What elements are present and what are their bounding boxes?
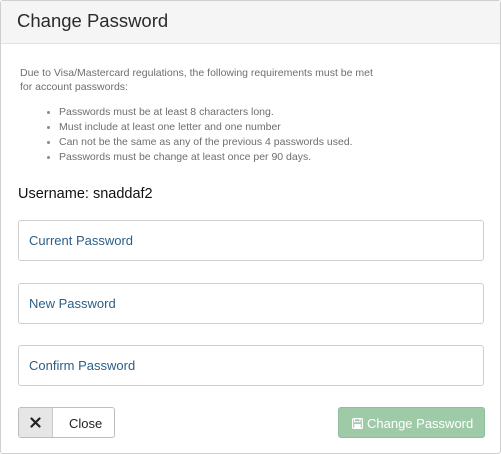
requirements-list: Passwords must be at least 8 characters … xyxy=(41,105,353,165)
username-label: Username: xyxy=(18,186,89,202)
dialog-header: Change Password xyxy=(1,1,500,44)
close-button-label: Close xyxy=(69,416,103,431)
requirement-item: Must include at least one letter and one… xyxy=(41,120,353,135)
requirement-item: Passwords must be change at least once p… xyxy=(41,150,353,165)
requirement-item: Passwords must be at least 8 characters … xyxy=(41,105,353,120)
username-row: Username: snaddaf2 xyxy=(18,186,153,202)
change-password-button[interactable]: Change Password xyxy=(338,407,485,438)
new-password-input[interactable] xyxy=(19,284,483,323)
new-password-field xyxy=(18,283,484,324)
change-password-button-label: Change Password xyxy=(367,416,474,431)
username-value: snaddaf2 xyxy=(92,186,153,202)
save-floppy-icon xyxy=(352,418,363,429)
current-password-input[interactable] xyxy=(19,221,483,260)
confirm-password-field xyxy=(18,345,484,386)
requirements-intro: Due to Visa/Mastercard regulations, the … xyxy=(20,67,373,93)
current-password-field xyxy=(18,220,484,261)
close-button[interactable]: Close xyxy=(18,407,115,438)
change-password-dialog: Change Password Due to Visa/Mastercard r… xyxy=(0,0,501,454)
confirm-password-input[interactable] xyxy=(19,346,483,385)
requirement-item: Can not be the same as any of the previo… xyxy=(41,135,353,150)
close-icon-box xyxy=(19,408,53,437)
close-x-icon xyxy=(30,417,41,428)
dialog-title: Change Password xyxy=(17,10,169,31)
